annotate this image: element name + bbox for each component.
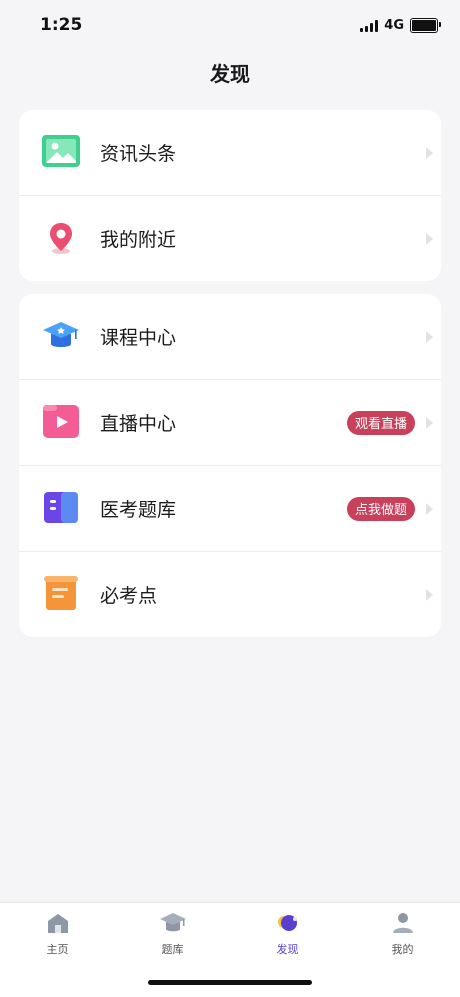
status-time: 1:25 — [40, 15, 83, 35]
menu-group-1: 资讯头条 我的附近 — [19, 110, 441, 281]
menu-item-key-points[interactable]: 必考点 — [19, 552, 441, 637]
chevron-right-icon — [426, 330, 433, 343]
menu-item-label: 必考点 — [100, 585, 158, 607]
tab-label: 我的 — [391, 943, 414, 956]
page-title: 发现 — [210, 62, 250, 86]
discover-icon — [277, 915, 297, 931]
tab-home[interactable]: 主页 — [0, 911, 115, 957]
chevron-right-icon — [426, 588, 433, 601]
home-icon — [47, 914, 68, 933]
status-indicators: 4G — [360, 18, 441, 33]
home-indicator[interactable] — [148, 980, 312, 985]
news-image-icon — [41, 132, 81, 172]
scroll-icon — [41, 574, 81, 614]
book-icon — [41, 488, 81, 528]
menu-item-label: 资讯头条 — [100, 143, 177, 165]
battery-icon — [410, 18, 441, 33]
chevron-right-icon — [426, 502, 433, 515]
menu-item-label: 直播中心 — [100, 413, 177, 435]
menu-item-label: 医考题库 — [100, 499, 177, 521]
graduation-cap-icon — [41, 316, 81, 356]
tab-label: 题库 — [161, 943, 184, 956]
live-video-icon — [41, 402, 81, 442]
network-type: 4G — [384, 18, 404, 33]
signal-icon — [360, 19, 379, 32]
status-bar: 1:25 4G — [0, 0, 460, 56]
menu-item-live[interactable]: 直播中心 观看直播 — [19, 380, 441, 466]
tab-me[interactable]: 我的 — [345, 911, 460, 957]
location-pin-icon — [41, 218, 81, 258]
tab-label: 主页 — [46, 943, 69, 956]
menu-item-label: 课程中心 — [100, 327, 177, 349]
chevron-right-icon — [426, 146, 433, 159]
practice-badge[interactable]: 点我做题 — [346, 496, 415, 521]
person-icon — [392, 913, 413, 933]
menu-item-news[interactable]: 资讯头条 — [19, 110, 441, 196]
tab-question-bank[interactable]: 题库 — [115, 911, 230, 957]
graduation-cap-icon — [159, 913, 186, 932]
menu-item-label: 我的附近 — [100, 229, 177, 251]
watch-live-badge[interactable]: 观看直播 — [346, 410, 415, 435]
menu-item-courses[interactable]: 课程中心 — [19, 294, 441, 380]
chevron-right-icon — [426, 232, 433, 245]
tab-discover[interactable]: 发现 — [230, 911, 345, 957]
menu-item-nearby[interactable]: 我的附近 — [19, 196, 441, 281]
menu-group-2: 课程中心 直播中心 观看直播 医考题库 点我做题 必考点 — [19, 294, 441, 637]
tab-label: 发现 — [276, 943, 299, 956]
menu-item-question-bank[interactable]: 医考题库 点我做题 — [19, 466, 441, 552]
chevron-right-icon — [426, 416, 433, 429]
